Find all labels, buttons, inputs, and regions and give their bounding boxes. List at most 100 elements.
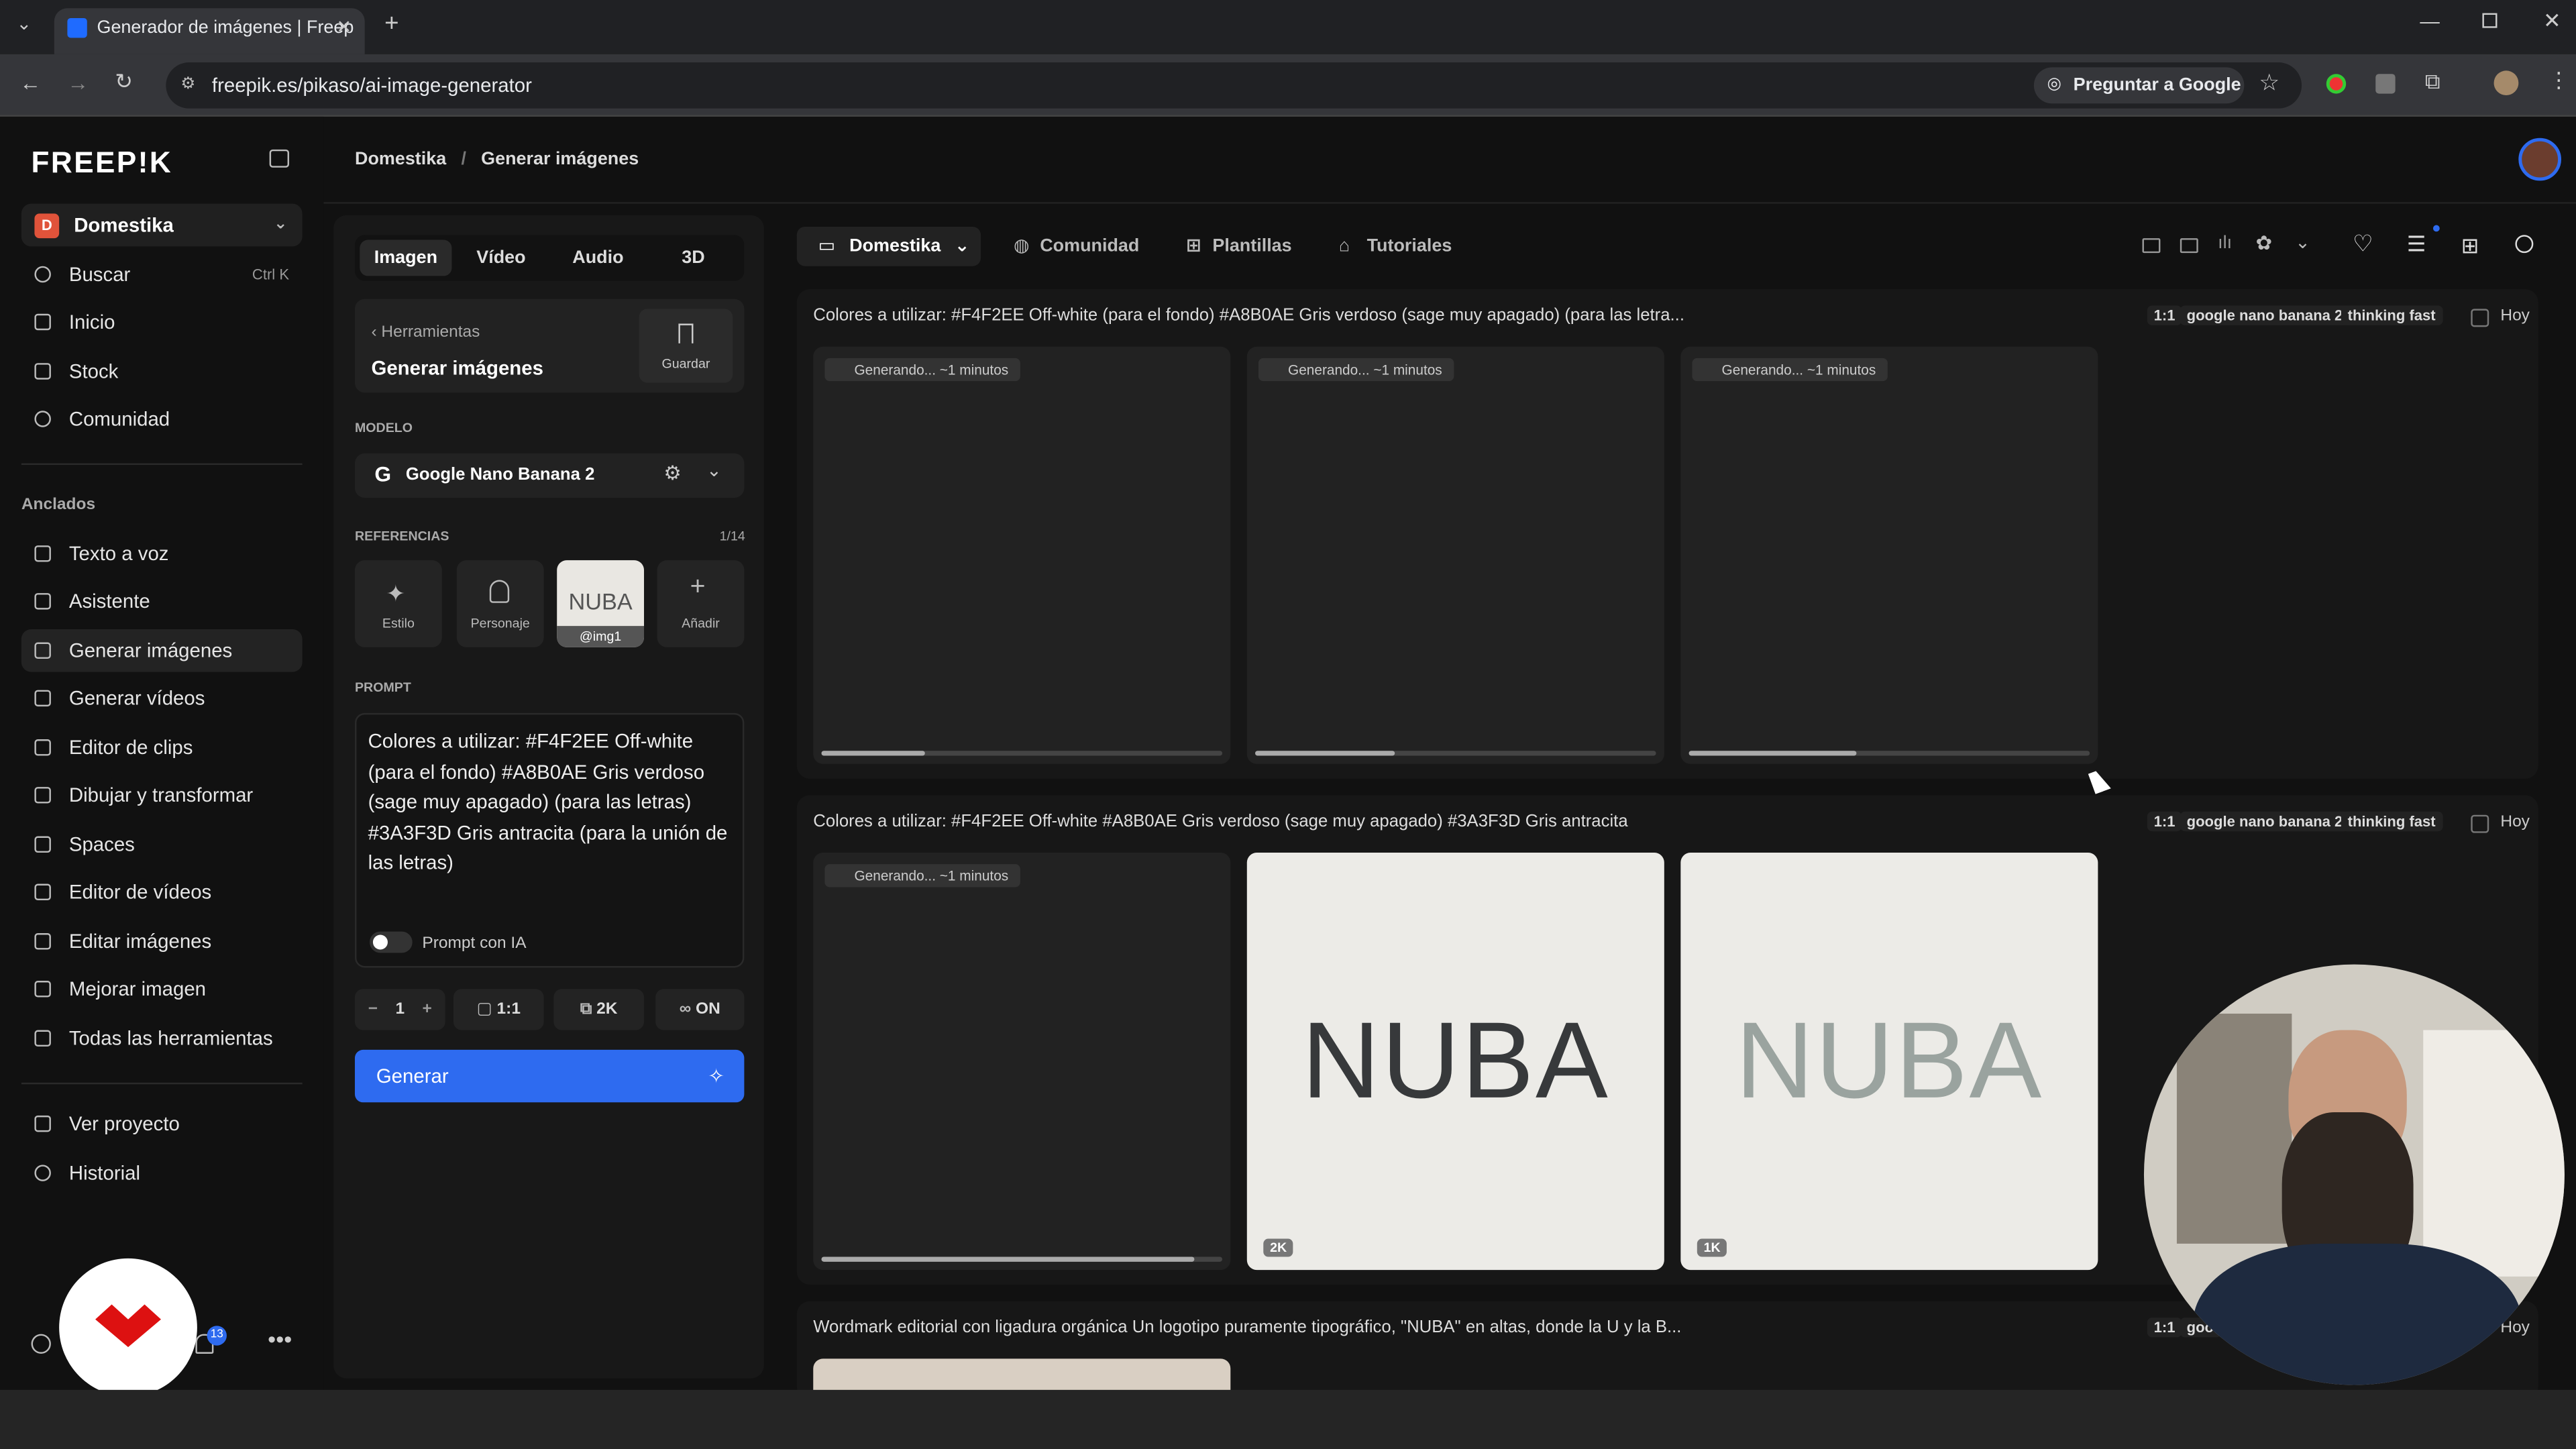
site-info-icon[interactable]: ⚙ <box>180 62 195 109</box>
grid-view-icon[interactable]: ⊞ <box>2461 233 2479 260</box>
generated-image[interactable]: NUBA 1K <box>1680 853 2098 1271</box>
workspace-selector[interactable]: D Domestika ⌄ <box>21 203 303 247</box>
prompt-label: PROMPT <box>354 680 411 695</box>
group-prompt[interactable]: Colores a utilizar: #F4F2EE Off-white #A… <box>813 812 1627 831</box>
nav-stock[interactable]: Stock <box>21 350 303 393</box>
restore-icon[interactable] <box>2482 13 2498 28</box>
browser-menu-icon[interactable]: ⋮ <box>2548 67 2569 93</box>
extension-red-icon[interactable] <box>2326 74 2347 94</box>
nav-dibujar[interactable]: Dibujar y transformar <box>21 773 303 816</box>
tab-plantillas[interactable]: ⊞ Plantillas <box>1186 227 1291 266</box>
count-stepper[interactable]: − 1 + <box>354 989 445 1030</box>
filter-3d-icon[interactable]: ✿ <box>2255 231 2272 254</box>
more-icon[interactable]: ••• <box>268 1326 292 1352</box>
new-tab-icon[interactable]: + <box>384 10 398 38</box>
nav-buscar[interactable]: Buscar Ctrl K <box>21 253 303 296</box>
nav-texto-a-voz[interactable]: Texto a voz <box>21 532 303 575</box>
settings-sliders-icon[interactable]: ☰ <box>2407 231 2426 258</box>
minimize-icon[interactable]: — <box>2420 10 2439 33</box>
infinite-toggle[interactable]: ∞ ON <box>655 989 745 1030</box>
profile-avatar-icon[interactable] <box>2493 70 2519 96</box>
close-window-icon[interactable]: ✕ <box>2543 8 2561 34</box>
group-checkbox[interactable] <box>2471 814 2489 833</box>
nav-todas-herramientas[interactable]: Todas las herramientas <box>21 1017 303 1060</box>
reload-icon[interactable]: ↻ <box>115 69 133 95</box>
extensions-puzzle-icon[interactable]: ⧉ <box>2425 69 2440 95</box>
status-badge: Generando... ~1 minutos <box>824 864 1020 888</box>
nav-inicio[interactable]: Inicio <box>21 301 303 343</box>
tab-tutoriales[interactable]: ⌂ Tutoriales <box>1339 227 1452 266</box>
nav-asistente[interactable]: Asistente <box>21 580 303 623</box>
nav-editor-de-videos[interactable]: Editor de vídeos <box>21 871 303 914</box>
extension-icon[interactable] <box>2375 74 2396 94</box>
breadcrumb-item[interactable]: Domestika <box>355 150 446 169</box>
tab-audio[interactable]: Audio <box>552 240 644 276</box>
nav-comunidad[interactable]: Comunidad <box>21 398 303 441</box>
resolution-button[interactable]: ⧉ 2K <box>553 989 645 1030</box>
ref-style-button[interactable]: ✦ Estilo <box>354 560 442 647</box>
browser-tabbar: ⌄ Generador de imágenes | Freep ✕ + — ✕ <box>0 0 2576 54</box>
tab-3d[interactable]: 3D <box>647 240 739 276</box>
bookmark-star-icon[interactable]: ☆ <box>2259 69 2279 97</box>
nav-generar-videos[interactable]: Generar vídeos <box>21 677 303 720</box>
save-button[interactable]: Guardar <box>639 309 733 383</box>
user-avatar[interactable] <box>2518 138 2561 181</box>
model-settings-icon[interactable]: ⚙ <box>663 462 681 484</box>
ai-prompt-toggle[interactable] <box>370 931 413 953</box>
group-checkbox[interactable] <box>2471 309 2489 327</box>
group-prompt[interactable]: Wordmark editorial con ligadura orgánica… <box>813 1318 1681 1337</box>
collapse-sidebar-icon[interactable] <box>269 149 290 168</box>
prompt-input[interactable]: Colores a utilizar: #F4F2EE Off-white (p… <box>354 712 745 968</box>
nav-mejorar-imagen[interactable]: Mejorar imagen <box>21 967 303 1010</box>
tag-model: google nano banana 2 <box>2180 305 2350 325</box>
infinity-icon: ∞ <box>679 1000 696 1019</box>
back-to-tools[interactable]: ‹ Herramientas <box>371 323 480 341</box>
help-icon[interactable] <box>31 1334 51 1354</box>
generation-tile[interactable]: Generando... ~1 minutos <box>813 853 1231 1271</box>
filter-domestika[interactable]: ▭ Domestika ⌄ <box>796 226 981 266</box>
tab-imagen[interactable]: Imagen <box>360 239 452 276</box>
ref-image-thumbnail[interactable]: NUBA @img1 <box>557 560 645 647</box>
ask-google-button[interactable]: ◎ Preguntar a Google <box>2033 67 2245 104</box>
bookshelf <box>2176 1014 2292 1244</box>
freepik-logo[interactable]: FREEP!K <box>32 146 173 180</box>
forward-icon[interactable]: → <box>67 70 89 95</box>
add-reference-button[interactable]: + Añadir <box>657 560 745 647</box>
generation-tile[interactable]: Generando... ~1 minutos <box>1680 346 2098 764</box>
nav-spaces[interactable]: Spaces <box>21 823 303 866</box>
chevron-down-icon[interactable]: ⌄ <box>2295 231 2310 253</box>
browser-tab[interactable]: Generador de imágenes | Freep ✕ <box>54 8 365 54</box>
edit-image-icon <box>34 933 51 950</box>
filter-audio-icon[interactable]: ılı <box>2218 233 2232 253</box>
close-tab-icon[interactable]: ✕ <box>337 8 352 48</box>
generated-logo-text: NUBA <box>1735 998 2043 1121</box>
favorites-heart-icon[interactable]: ♡ <box>2353 230 2373 258</box>
address-bar[interactable]: ⚙ freepik.es/pikaso/ai-image-generator <box>166 62 2302 109</box>
generate-button[interactable]: Generar ✧ <box>354 1049 745 1103</box>
generation-tile[interactable]: Generando... ~1 minutos <box>813 346 1231 764</box>
generation-tile[interactable]: Generando... ~1 minutos <box>1246 346 1664 764</box>
chevron-down-icon[interactable]: ⌄ <box>706 460 722 481</box>
search-icon[interactable] <box>2515 235 2534 254</box>
generated-image[interactable]: NUBA 2K <box>1246 853 1664 1271</box>
nav-ver-proyecto[interactable]: Ver proyecto <box>21 1102 303 1145</box>
nav-generar-imagenes[interactable]: Generar imágenes <box>21 629 303 672</box>
nav-editar-imagenes[interactable]: Editar imágenes <box>21 920 303 963</box>
tab-list-icon[interactable]: ⌄ <box>16 13 32 34</box>
minus-icon[interactable]: − <box>368 1000 378 1018</box>
ref-character-button[interactable]: Personaje <box>456 560 544 647</box>
model-selector[interactable]: G Google Nano Banana 2 ⚙ ⌄ <box>354 453 745 498</box>
plus-icon[interactable]: + <box>423 1000 432 1018</box>
back-icon[interactable]: ← <box>19 70 41 95</box>
chevron-down-icon: ⌄ <box>954 236 970 257</box>
breadcrumb-item[interactable]: Generar imágenes <box>481 150 639 169</box>
tab-comunidad[interactable]: ◍ Comunidad <box>1014 227 1139 266</box>
group-prompt[interactable]: Colores a utilizar: #F4F2EE Off-white (p… <box>813 306 1684 325</box>
aspect-ratio-button[interactable]: ▢ 1:1 <box>453 989 544 1030</box>
tab-video[interactable]: Vídeo <box>455 240 547 276</box>
filter-video-icon[interactable] <box>2180 238 2198 254</box>
generation-group: Colores a utilizar: #F4F2EE Off-white (p… <box>796 289 2538 779</box>
nav-editor-de-clips[interactable]: Editor de clips <box>21 726 303 769</box>
filter-image-icon[interactable] <box>2142 238 2161 254</box>
nav-historial[interactable]: Historial <box>21 1152 303 1195</box>
